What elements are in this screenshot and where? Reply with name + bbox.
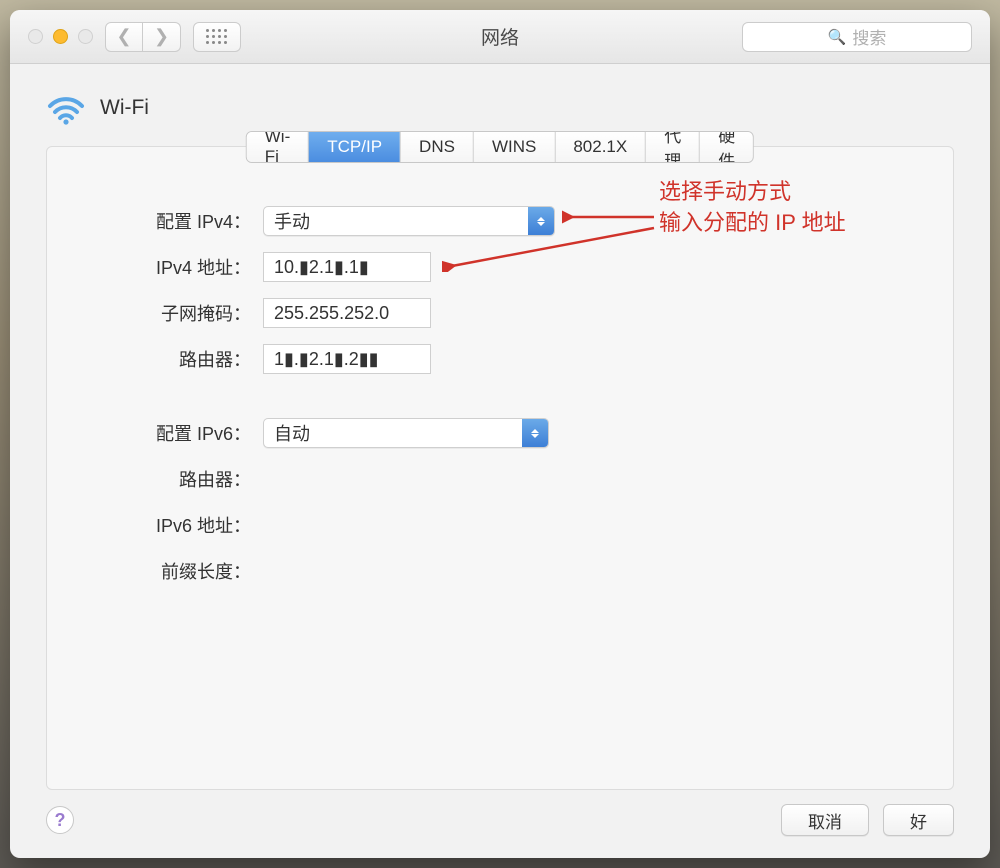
search-icon: 🔍 xyxy=(828,28,847,46)
zoom-window-button[interactable] xyxy=(78,29,93,44)
configure-ipv4-select[interactable]: 手动 xyxy=(263,206,555,236)
help-icon: ? xyxy=(55,810,66,831)
tab-8021x[interactable]: 802.1X xyxy=(555,132,646,162)
tab-tcpip[interactable]: TCP/IP xyxy=(309,132,401,162)
subnet-mask-value: 255.255.252.0 xyxy=(274,303,389,324)
router-value: 1▮.▮2.1▮.2▮▮ xyxy=(274,349,379,370)
dropdown-arrow-icon xyxy=(522,419,548,447)
router-label: 路由器： xyxy=(107,346,263,372)
ipv4-address-value: 10.▮2.1▮.1▮ xyxy=(274,257,369,278)
subnet-mask-label: 子网掩码： xyxy=(107,300,263,326)
cancel-button[interactable]: 取消 xyxy=(781,804,869,836)
help-button[interactable]: ? xyxy=(46,806,74,834)
close-window-button[interactable] xyxy=(28,29,43,44)
configure-ipv4-label: 配置 IPv4： xyxy=(107,208,263,234)
search-input[interactable]: 🔍 搜索 xyxy=(742,22,972,52)
tab-proxy[interactable]: 代理 xyxy=(646,132,700,162)
chevron-left-icon: ❮ xyxy=(116,26,131,47)
preferences-window: ❮ ❯ 网络 🔍 搜索 Wi-Fi xyxy=(10,10,990,858)
tab-wins[interactable]: WINS xyxy=(474,132,555,162)
nav-buttons: ❮ ❯ xyxy=(105,22,181,52)
subnet-mask-input[interactable]: 255.255.252.0 xyxy=(263,298,431,328)
minimize-window-button[interactable] xyxy=(53,29,68,44)
traffic-lights xyxy=(28,29,93,44)
wifi-icon xyxy=(46,88,86,128)
chevron-right-icon: ❯ xyxy=(154,26,169,47)
tab-bar: Wi-Fi TCP/IP DNS WINS 802.1X 代理 硬件 xyxy=(246,131,754,163)
window-title: 网络 xyxy=(481,23,519,50)
footer: ? 取消 好 xyxy=(10,790,990,858)
ipv4-address-label: IPv4 地址： xyxy=(107,254,263,280)
configure-ipv6-select[interactable]: 自动 xyxy=(263,418,549,448)
forward-button[interactable]: ❯ xyxy=(143,22,181,52)
titlebar: ❮ ❯ 网络 🔍 搜索 xyxy=(10,10,990,64)
prefix-length-label: 前缀长度： xyxy=(107,558,263,584)
search-placeholder: 搜索 xyxy=(852,24,886,49)
tab-hardware[interactable]: 硬件 xyxy=(700,132,753,162)
tab-dns[interactable]: DNS xyxy=(401,132,474,162)
tcpip-form: 配置 IPv4： 手动 IPv4 地址： 10.▮2.1▮.1▮ 子网掩码： 2… xyxy=(47,147,953,621)
back-button[interactable]: ❮ xyxy=(105,22,143,52)
show-all-button[interactable] xyxy=(193,22,241,52)
spacer xyxy=(107,389,893,417)
tab-wifi[interactable]: Wi-Fi xyxy=(247,132,309,162)
ipv6-address-label: IPv6 地址： xyxy=(107,512,263,538)
router-input[interactable]: 1▮.▮2.1▮.2▮▮ xyxy=(263,344,431,374)
configure-ipv6-label: 配置 IPv6： xyxy=(107,420,263,446)
grid-icon xyxy=(206,29,228,45)
configure-ipv4-value: 手动 xyxy=(264,208,528,234)
page-title: Wi-Fi xyxy=(100,96,149,120)
dropdown-arrow-icon xyxy=(528,207,554,235)
ipv4-address-input[interactable]: 10.▮2.1▮.1▮ xyxy=(263,252,431,282)
settings-panel: Wi-Fi TCP/IP DNS WINS 802.1X 代理 硬件 配置 IP… xyxy=(46,146,954,790)
router-v6-label: 路由器： xyxy=(107,466,263,492)
configure-ipv6-value: 自动 xyxy=(264,420,522,446)
ok-button[interactable]: 好 xyxy=(883,804,954,836)
